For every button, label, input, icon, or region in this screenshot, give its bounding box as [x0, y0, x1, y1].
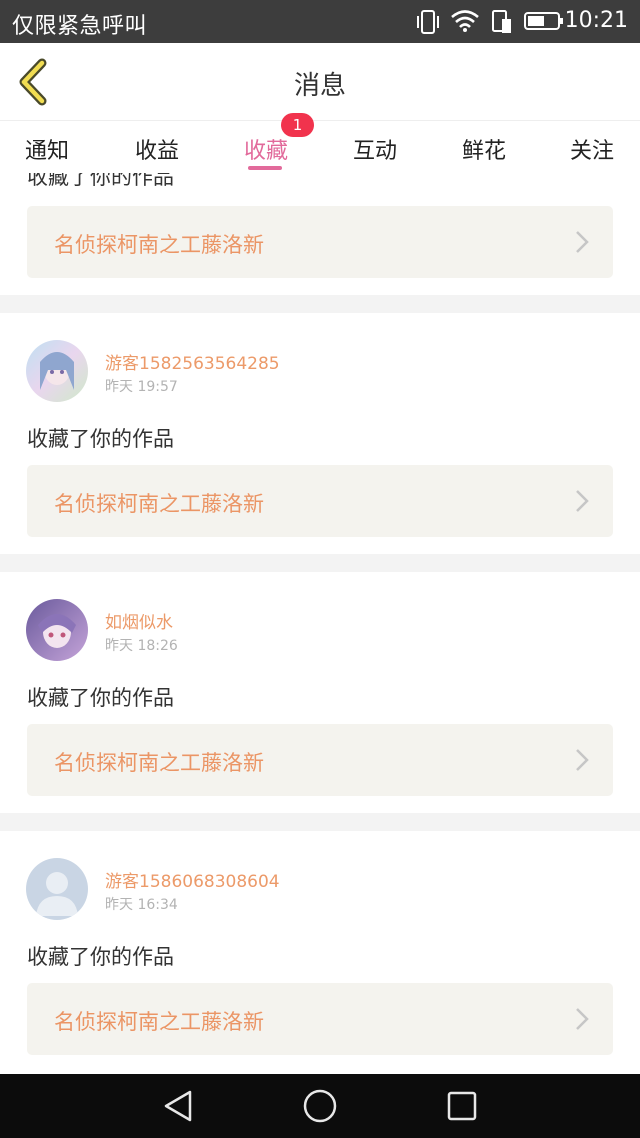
work-link[interactable]: 名侦探柯南之工藤洛新 [27, 983, 613, 1055]
chevron-right-icon [576, 749, 589, 771]
page-title: 消息 [293, 71, 346, 101]
vibrate-icon [417, 10, 439, 34]
work-link[interactable]: 名侦探柯南之工藤洛新 [27, 724, 613, 796]
default-user-avatar-icon[interactable] [26, 858, 88, 920]
list-item: 游客1586068308604 昨天 16:34 收藏了你的作品 名侦探柯南之工… [0, 831, 640, 1074]
clock-text: 10:21 [564, 8, 628, 33]
tab-interactions[interactable]: 互动 [335, 133, 415, 165]
sim-icon [492, 10, 511, 33]
back-triangle-icon[interactable] [160, 1088, 196, 1124]
chevron-right-icon [576, 490, 589, 512]
home-circle-icon[interactable] [302, 1088, 338, 1124]
app-header: 消息 [0, 43, 640, 121]
work-title: 名侦探柯南之工藤洛新 [54, 1010, 264, 1034]
carrier-text: 仅限紧急呼叫 [12, 14, 148, 39]
tab-badge: 1 [281, 113, 314, 137]
timestamp: 昨天 18:26 [105, 638, 178, 654]
tab-bar: 通知 收益 收藏 互动 鲜花 关注 [0, 121, 640, 173]
username-link[interactable]: 游客1582563564285 [105, 349, 280, 374]
active-tab-indicator [248, 166, 282, 170]
battery-icon [524, 12, 563, 30]
action-text: 收藏了你的作品 [27, 945, 174, 969]
chevron-right-icon [576, 1008, 589, 1030]
list-item: 收藏了你的作品 名侦探柯南之工藤洛新 [0, 173, 640, 295]
user-avatar[interactable] [26, 599, 88, 661]
tab-flowers[interactable]: 鲜花 [444, 133, 524, 165]
list-item: 如烟似水 昨天 18:26 收藏了你的作品 名侦探柯南之工藤洛新 [0, 572, 640, 813]
chevron-right-icon [576, 231, 589, 253]
timestamp: 昨天 19:57 [105, 379, 178, 395]
username-link[interactable]: 如烟似水 [105, 608, 173, 633]
work-title: 名侦探柯南之工藤洛新 [54, 751, 264, 775]
action-text: 收藏了你的作品 [27, 173, 174, 189]
username-link[interactable]: 游客1586068308604 [105, 867, 280, 892]
action-text: 收藏了你的作品 [27, 427, 174, 451]
work-title: 名侦探柯南之工藤洛新 [54, 492, 264, 516]
recents-square-icon[interactable] [444, 1088, 480, 1124]
system-nav-bar [0, 1074, 640, 1138]
tab-earnings[interactable]: 收益 [117, 133, 197, 165]
timestamp: 昨天 16:34 [105, 897, 178, 913]
user-avatar[interactable] [26, 340, 88, 402]
tab-follows[interactable]: 关注 [552, 133, 632, 165]
tab-notifications[interactable]: 通知 [7, 133, 87, 165]
message-feed: 收藏了你的作品 名侦探柯南之工藤洛新 游客1582563564285 昨天 19… [0, 173, 640, 1074]
work-title: 名侦探柯南之工藤洛新 [54, 233, 264, 257]
action-text: 收藏了你的作品 [27, 686, 174, 710]
wifi-icon [451, 10, 479, 32]
list-item: 游客1582563564285 昨天 19:57 收藏了你的作品 名侦探柯南之工… [0, 313, 640, 554]
status-bar: 仅限紧急呼叫 10:21 [0, 0, 640, 43]
tab-favorites[interactable]: 收藏 [226, 133, 306, 165]
work-link[interactable]: 名侦探柯南之工藤洛新 [27, 206, 613, 278]
work-link[interactable]: 名侦探柯南之工藤洛新 [27, 465, 613, 537]
